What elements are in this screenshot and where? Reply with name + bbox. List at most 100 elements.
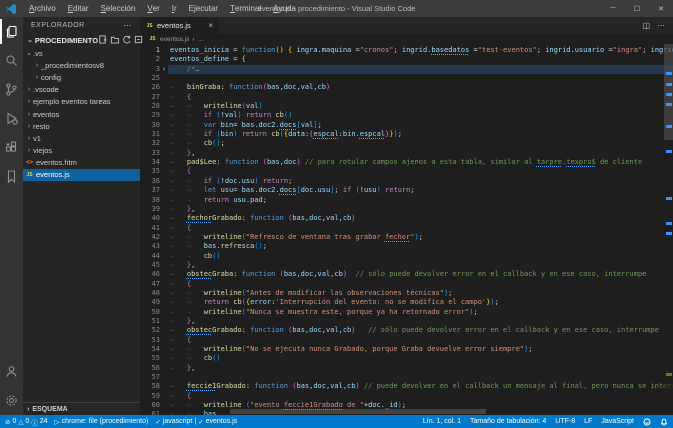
line-number: 26 [140,83,160,92]
menu-item-ver[interactable]: Ver [141,0,165,17]
tree-item-ejemplo-eventos-tareas[interactable]: ›ejemplo eventos tareas [23,96,140,108]
folder-section-header[interactable]: ⌄ PROCEDIMIENTO [23,33,140,47]
code-line-35[interactable]: 35→ { [140,167,673,176]
code-line-43[interactable]: 43→ → bas.refresca(); [140,242,673,251]
new-folder-icon[interactable] [110,35,119,46]
menu-item-ejecutar[interactable]: Ejecutar [183,0,224,17]
tree-item--vs[interactable]: ⌄.vs [23,47,140,59]
code-line-32[interactable]: 32→ → cb(); [140,139,673,148]
code-line-53[interactable]: 53→ { [140,336,673,345]
code-line-39[interactable]: 39→ }, [140,205,673,214]
code-line-49[interactable]: 49→ → return cb({error:'Interrupción del… [140,298,673,307]
code-line-44[interactable]: 44→ → cb() [140,252,673,261]
editor-scrollbar[interactable] [664,44,673,415]
code-line-29[interactable]: 29→ → if (!val) return cb() [140,111,673,120]
code-line-2[interactable]: 2eventos_define = { [140,55,673,64]
explorer-more-actions-icon[interactable]: ⋯ [124,21,133,30]
code-editor[interactable]: 1eventos_inicia = function() { ingra.maq… [140,44,673,415]
code-line-58[interactable]: 58→ feccie1Grabado: function (bas,doc,va… [140,382,673,391]
line-number: 49 [140,298,160,307]
check-icon: ✓ [198,418,203,426]
code-line-48[interactable]: 48→ → writeline("Antes de modificar las … [140,289,673,298]
code-line-59[interactable]: 59→ { [140,392,673,401]
code-line-27[interactable]: 27→ { [140,93,673,102]
code-line-57[interactable]: 57 [140,373,673,382]
feedback-icon[interactable] [643,418,651,426]
cursor-position[interactable]: Lín. 1, col. 1 [423,418,461,425]
explorer-icon[interactable] [0,17,23,46]
tab-eventos-js[interactable]: JS eventos.js × [140,17,218,34]
tree-item-eventos-js[interactable]: JSeventos.js [23,169,140,181]
code-line-28[interactable]: 28→ → writeline(val) [140,102,673,111]
tree-item--procedimientosv8[interactable]: ›_procedimientosv8 [23,59,140,71]
code-line-55[interactable]: 55→ → cb() [140,354,673,363]
code-line-42[interactable]: 42→ → writeline("Refresco de ventana tra… [140,233,673,242]
outline-section[interactable]: › ESQUEMA [23,402,140,415]
close-button[interactable]: ✕ [649,0,673,17]
collapse-all-icon[interactable] [134,35,143,46]
tree-item-config[interactable]: ›config [23,71,140,83]
bookmarks-icon[interactable] [0,162,23,191]
maximize-button[interactable]: ☐ [625,0,649,17]
code-line-26[interactable]: 26→ binGraba: function(bas,doc,val,cb) [140,83,673,92]
tab-close-icon[interactable]: × [208,21,213,30]
code-line-41[interactable]: 41→ { [140,224,673,233]
tree-item-viejos[interactable]: ›viejos [23,145,140,157]
menu-item-selección[interactable]: Selección [95,0,142,17]
tree-item-v1[interactable]: ›v1 [23,132,140,144]
task-status[interactable]: ✓ javascript | ✓ eventos.js [155,418,237,426]
tree-item-label: viejos [33,146,52,155]
code-line-38[interactable]: 38→ → return usu.pad; [140,196,673,205]
run-debug-icon[interactable] [0,104,23,133]
minimize-button[interactable]: ─ [601,0,625,17]
code-line-1[interactable]: 1eventos_inicia = function() { ingra.maq… [140,46,673,55]
code-line-33[interactable]: 33→ }, [140,149,673,158]
tree-item-eventos-htm[interactable]: <>eventos.htm [23,157,140,169]
code-line-36[interactable]: 36→ → if (!doc.usu) return; [140,177,673,186]
menu-item-ir[interactable]: Ir [166,0,183,17]
menu-item-editar[interactable]: Editar [62,0,95,17]
encoding-setting[interactable]: UTF-8 [555,418,575,425]
refresh-icon[interactable] [122,35,131,46]
accounts-icon[interactable] [0,357,23,386]
horizontal-scrollbar-thumb[interactable] [230,409,486,414]
code-line-50[interactable]: 50→ → writeline("Nunca se muestra este, … [140,308,673,317]
tab-label: eventos.js [157,21,191,30]
code-line-31[interactable]: 31→ → if (bin) return cb({data:{espcal:b… [140,130,673,139]
split-editor-icon[interactable]: ◫ [642,21,650,30]
code-line-52[interactable]: 52→ obstecGrabado: function (bas,doc,val… [140,326,673,335]
indentation-setting[interactable]: Tamaño de tabulación: 4 [470,418,546,425]
code-line-3[interactable]: 3›→ /*… [140,65,673,74]
editor-group: JS eventos.js × ◫ ⋯ JS eventos.js › … 1e… [140,17,673,415]
menu-item-archivo[interactable]: Archivo [23,0,62,17]
notifications-bell-icon[interactable] [660,418,668,426]
settings-gear-icon[interactable] [0,386,23,415]
code-line-text: → pad$Lee: function (bas,doc) // para ro… [168,158,642,167]
code-line-47[interactable]: 47→ { [140,280,673,289]
breadcrumb[interactable]: JS eventos.js › … [140,34,673,44]
tree-item-resto[interactable]: ›resto [23,120,140,132]
code-line-51[interactable]: 51→ }, [140,317,673,326]
code-line-46[interactable]: 46→ obstecGraba: function (bas,doc,val,c… [140,270,673,279]
extensions-icon[interactable] [0,133,23,162]
source-control-icon[interactable] [0,75,23,104]
search-icon[interactable] [0,46,23,75]
code-line-40[interactable]: 40→ fechorGrabado: function (bas,doc,val… [140,214,673,223]
problems-indicator[interactable]: ⊘ 0 △ 0 ⓘ 24 [5,417,48,427]
code-line-37[interactable]: 37→ → let usu= bas.doc2.docs[doc.usu]; i… [140,186,673,195]
new-file-icon[interactable] [98,35,107,46]
editor-more-actions-icon[interactable]: ⋯ [657,21,665,30]
code-line-56[interactable]: 56→ }, [140,364,673,373]
code-line-25[interactable]: 25 [140,74,673,83]
code-line-34[interactable]: 34→ pad$Lee: function (bas,doc) // para … [140,158,673,167]
code-line-54[interactable]: 54→ → writeline("No se ejecuta nunca Gra… [140,345,673,354]
line-number: 36 [140,177,160,186]
tree-item-eventos[interactable]: ›eventos [23,108,140,120]
eol-setting[interactable]: LF [584,418,592,425]
code-line-45[interactable]: 45→ }, [140,261,673,270]
code-line-30[interactable]: 30→ → var bin= bas.doc2.docs[val]; [140,121,673,130]
language-mode[interactable]: JavaScript [601,418,634,425]
tree-item--vscode[interactable]: ›.vscode [23,84,140,96]
debug-target[interactable]: ▷ chrome: file (procedimiento) [55,418,149,426]
file-tree: ⌄.vs›_procedimientosv8›config›.vscode›ej… [23,47,140,181]
